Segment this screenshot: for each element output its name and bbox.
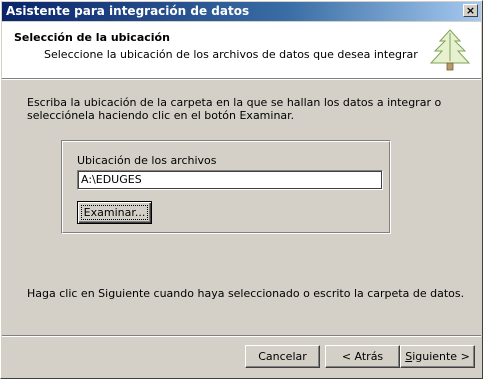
footer-separator [2, 335, 481, 337]
browse-button[interactable]: Examinar... [77, 201, 152, 224]
window-title: Asistente para integración de datos [6, 4, 250, 18]
path-input[interactable]: A:\EDUGES [77, 170, 383, 190]
location-group: Ubicación de los archivos A:\EDUGES Exam… [61, 140, 391, 234]
page-subtitle: Seleccione la ubicación de los archivos … [44, 48, 418, 61]
next-button[interactable]: Siguiente > [400, 345, 475, 368]
wizard-header: Selección de la ubicación Seleccione la … [2, 22, 481, 78]
back-button[interactable]: < Atrás [325, 345, 400, 368]
footer-hint: Haga clic en Siguiente cuando haya selec… [27, 287, 465, 300]
cancel-button-label: Cancelar [258, 350, 307, 363]
header-separator [2, 78, 481, 80]
back-button-label: < Atrás [341, 350, 384, 363]
cancel-button[interactable]: Cancelar [245, 345, 320, 368]
path-label: Ubicación de los archivos [77, 154, 217, 167]
close-button[interactable]: × [463, 4, 478, 17]
next-button-label: iguiente > [412, 350, 470, 363]
page-title: Selección de la ubicación [14, 31, 170, 44]
location-group-inner: Ubicación de los archivos A:\EDUGES Exam… [62, 141, 390, 233]
title-bar[interactable]: Asistente para integración de datos × [2, 2, 481, 21]
tree-icon [429, 29, 471, 71]
intro-text: Escriba la ubicación de la carpeta en la… [27, 96, 442, 122]
wizard-window: Asistente para integración de datos × Se… [0, 0, 483, 379]
browse-button-label: Examinar... [83, 206, 146, 219]
close-icon: × [465, 4, 476, 17]
